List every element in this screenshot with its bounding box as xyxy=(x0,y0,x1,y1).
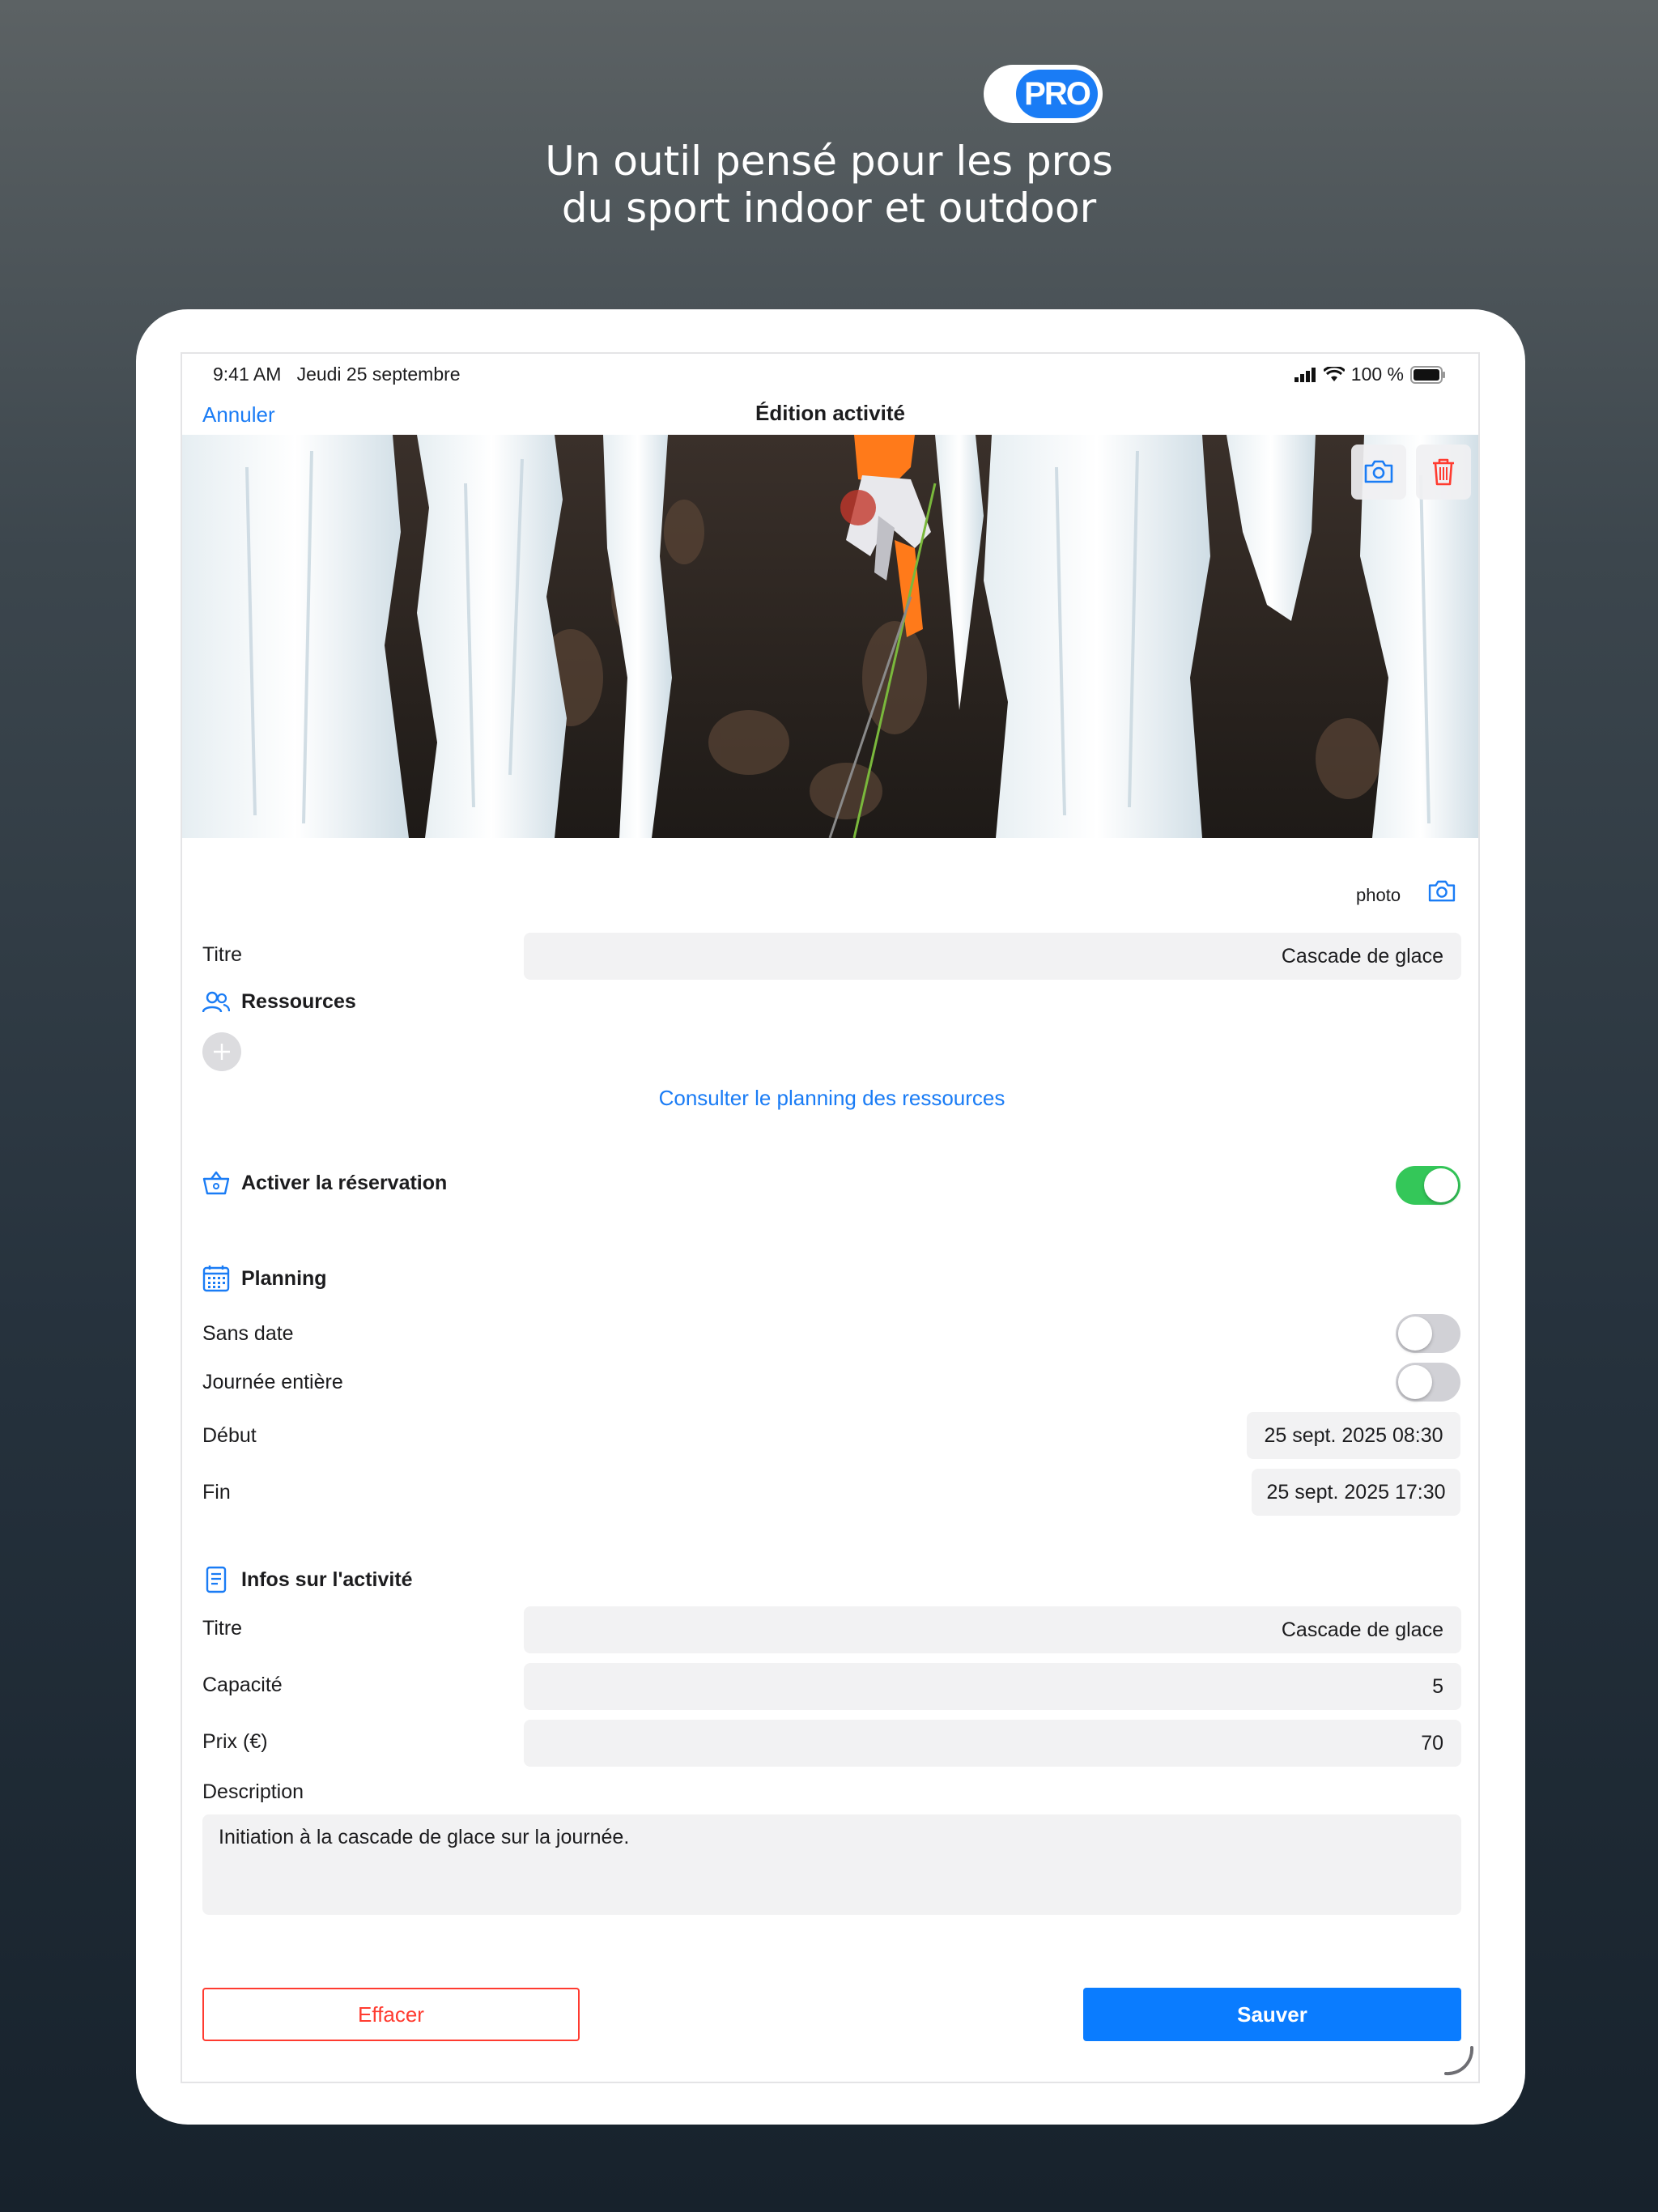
status-time: 9:41 AM xyxy=(213,364,282,385)
start-label: Début xyxy=(202,1424,257,1447)
info-title-label: Titre xyxy=(202,1617,243,1640)
trash-icon xyxy=(1433,458,1454,486)
status-indicators: 100 % xyxy=(1294,364,1446,385)
battery-percent: 100 % xyxy=(1350,364,1404,385)
no-date-label: Sans date xyxy=(202,1322,294,1345)
resources-section-header: Ressources xyxy=(202,990,356,1014)
planning-section-header: Planning xyxy=(202,1265,327,1292)
pro-badge-label: PRO xyxy=(1016,70,1098,118)
end-date-picker[interactable]: 25 sept. 2025 17:30 xyxy=(1252,1469,1460,1516)
navigation-bar: Annuler Édition activité xyxy=(182,399,1478,432)
add-resource-button[interactable] xyxy=(202,1032,241,1071)
reservation-toggle[interactable] xyxy=(1396,1166,1460,1205)
info-title-input[interactable]: Cascade de glace xyxy=(524,1606,1461,1653)
description-label: Description xyxy=(202,1780,304,1803)
resize-handle-icon[interactable] xyxy=(1443,2044,1475,2077)
reservation-row: Activer la réservation xyxy=(202,1171,447,1195)
people-icon xyxy=(202,991,230,1012)
status-time-date: 9:41 AM Jeudi 25 septembre xyxy=(213,364,461,385)
wifi-icon xyxy=(1323,366,1345,381)
basket-icon xyxy=(202,1171,230,1195)
document-icon xyxy=(206,1566,227,1593)
capacity-input[interactable]: 5 xyxy=(524,1663,1461,1710)
all-day-toggle[interactable] xyxy=(1396,1363,1460,1402)
start-date-picker[interactable]: 25 sept. 2025 08:30 xyxy=(1247,1412,1460,1459)
battery-icon xyxy=(1410,365,1445,384)
photo-camera-button[interactable] xyxy=(1427,880,1456,907)
reservation-label: Activer la réservation xyxy=(241,1171,448,1194)
description-textarea[interactable]: Initiation à la cascade de glace sur la … xyxy=(202,1814,1461,1915)
title-input[interactable]: Cascade de glace xyxy=(524,933,1461,980)
resources-heading: Ressources xyxy=(241,990,356,1013)
clear-button[interactable]: Effacer xyxy=(202,1988,580,2041)
promo-headline-line-2: du sport indoor et outdoor xyxy=(561,185,1097,232)
activity-info-heading: Infos sur l'activité xyxy=(241,1568,413,1591)
cellular-signal-icon xyxy=(1294,367,1316,382)
promo-headline: Un outil pensé pour les pros du sport in… xyxy=(0,138,1658,232)
end-label: Fin xyxy=(202,1481,231,1504)
price-input[interactable]: 70 xyxy=(524,1720,1461,1767)
status-date: Jeudi 25 septembre xyxy=(296,364,461,385)
page-title: Édition activité xyxy=(755,401,905,425)
title-label: Titre xyxy=(202,943,243,966)
status-bar: 9:41 AM Jeudi 25 septembre 100 % xyxy=(182,354,1478,391)
no-date-toggle[interactable] xyxy=(1396,1314,1460,1353)
calendar-icon xyxy=(202,1266,230,1292)
delete-photo-button[interactable] xyxy=(1416,445,1471,500)
capacity-label: Capacité xyxy=(202,1674,283,1696)
change-photo-button[interactable] xyxy=(1351,445,1406,500)
pro-badge-toggle: PRO xyxy=(984,65,1103,123)
camera-icon xyxy=(1428,880,1456,902)
all-day-label: Journée entière xyxy=(202,1371,343,1393)
price-label: Prix (€) xyxy=(202,1730,268,1753)
camera-icon xyxy=(1364,460,1393,483)
ice-waterfall-image xyxy=(182,435,1478,838)
photo-label: photo xyxy=(1356,885,1401,905)
plus-icon xyxy=(214,1044,230,1060)
activity-info-section-header: Infos sur l'activité xyxy=(202,1566,413,1593)
promo-headline-line-1: Un outil pensé pour les pros xyxy=(545,138,1113,185)
activity-photo xyxy=(182,435,1478,838)
resources-planning-link[interactable]: Consulter le planning des ressources xyxy=(182,1086,1478,1111)
planning-heading: Planning xyxy=(241,1266,327,1290)
app-screen: 9:41 AM Jeudi 25 septembre 100 % Annuler xyxy=(181,352,1480,2083)
save-button[interactable]: Sauver xyxy=(1083,1988,1461,2041)
